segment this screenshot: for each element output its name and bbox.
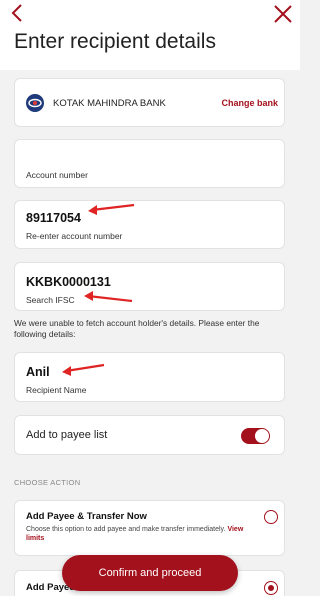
option-transfer-later-radio[interactable]	[264, 581, 278, 595]
account-number-field[interactable]: Account number	[14, 139, 285, 188]
ifsc-label: Search IFSC	[26, 295, 75, 305]
choose-action-heading: CHOOSE ACTION	[14, 478, 81, 487]
option-transfer-now-title: Add Payee & Transfer Now	[26, 511, 147, 522]
annotation-arrow-icon	[88, 203, 135, 215]
reenter-account-number-label: Re-enter account number	[26, 231, 123, 241]
back-arrow-icon[interactable]	[7, 2, 29, 24]
reenter-account-number-value: 89117054	[26, 211, 81, 225]
reenter-account-number-field[interactable]: 89117054 Re-enter account number	[14, 200, 285, 249]
option-transfer-now-radio[interactable]	[264, 510, 278, 524]
ifsc-field[interactable]: KKBK0000131 Search IFSC	[14, 262, 285, 311]
annotation-arrow-icon	[62, 363, 105, 376]
add-to-payee-row: Add to payee list	[14, 415, 285, 455]
account-number-label: Account number	[26, 170, 88, 180]
annotation-arrow-icon	[84, 291, 133, 303]
option-transfer-now-desc: Choose this option to add payee and make…	[26, 525, 254, 543]
kotak-bank-logo-icon	[26, 94, 44, 112]
add-to-payee-toggle[interactable]	[241, 428, 270, 444]
option-transfer-now-desc-text: Choose this option to add payee and make…	[26, 526, 226, 533]
notice-text: We were unable to fetch account holder's…	[14, 318, 260, 339]
add-to-payee-label: Add to payee list	[26, 429, 108, 441]
option-transfer-now[interactable]: Add Payee & Transfer Now Choose this opt…	[14, 500, 285, 556]
close-icon[interactable]	[272, 3, 294, 25]
confirm-and-proceed-button[interactable]: Confirm and proceed	[62, 555, 238, 591]
change-bank-link[interactable]: Change bank	[221, 98, 278, 108]
bank-name: KOTAK MAHINDRA BANK	[53, 98, 166, 109]
page-title: Enter recipient details	[14, 30, 216, 53]
recipient-name-value: Anil	[26, 365, 50, 379]
header-bar: Enter recipient details	[0, 0, 300, 70]
ifsc-value: KKBK0000131	[26, 275, 111, 289]
recipient-name-label: Recipient Name	[26, 385, 87, 395]
recipient-name-field[interactable]: Anil Recipient Name	[14, 352, 285, 402]
bank-card: KOTAK MAHINDRA BANK Change bank	[14, 78, 285, 127]
